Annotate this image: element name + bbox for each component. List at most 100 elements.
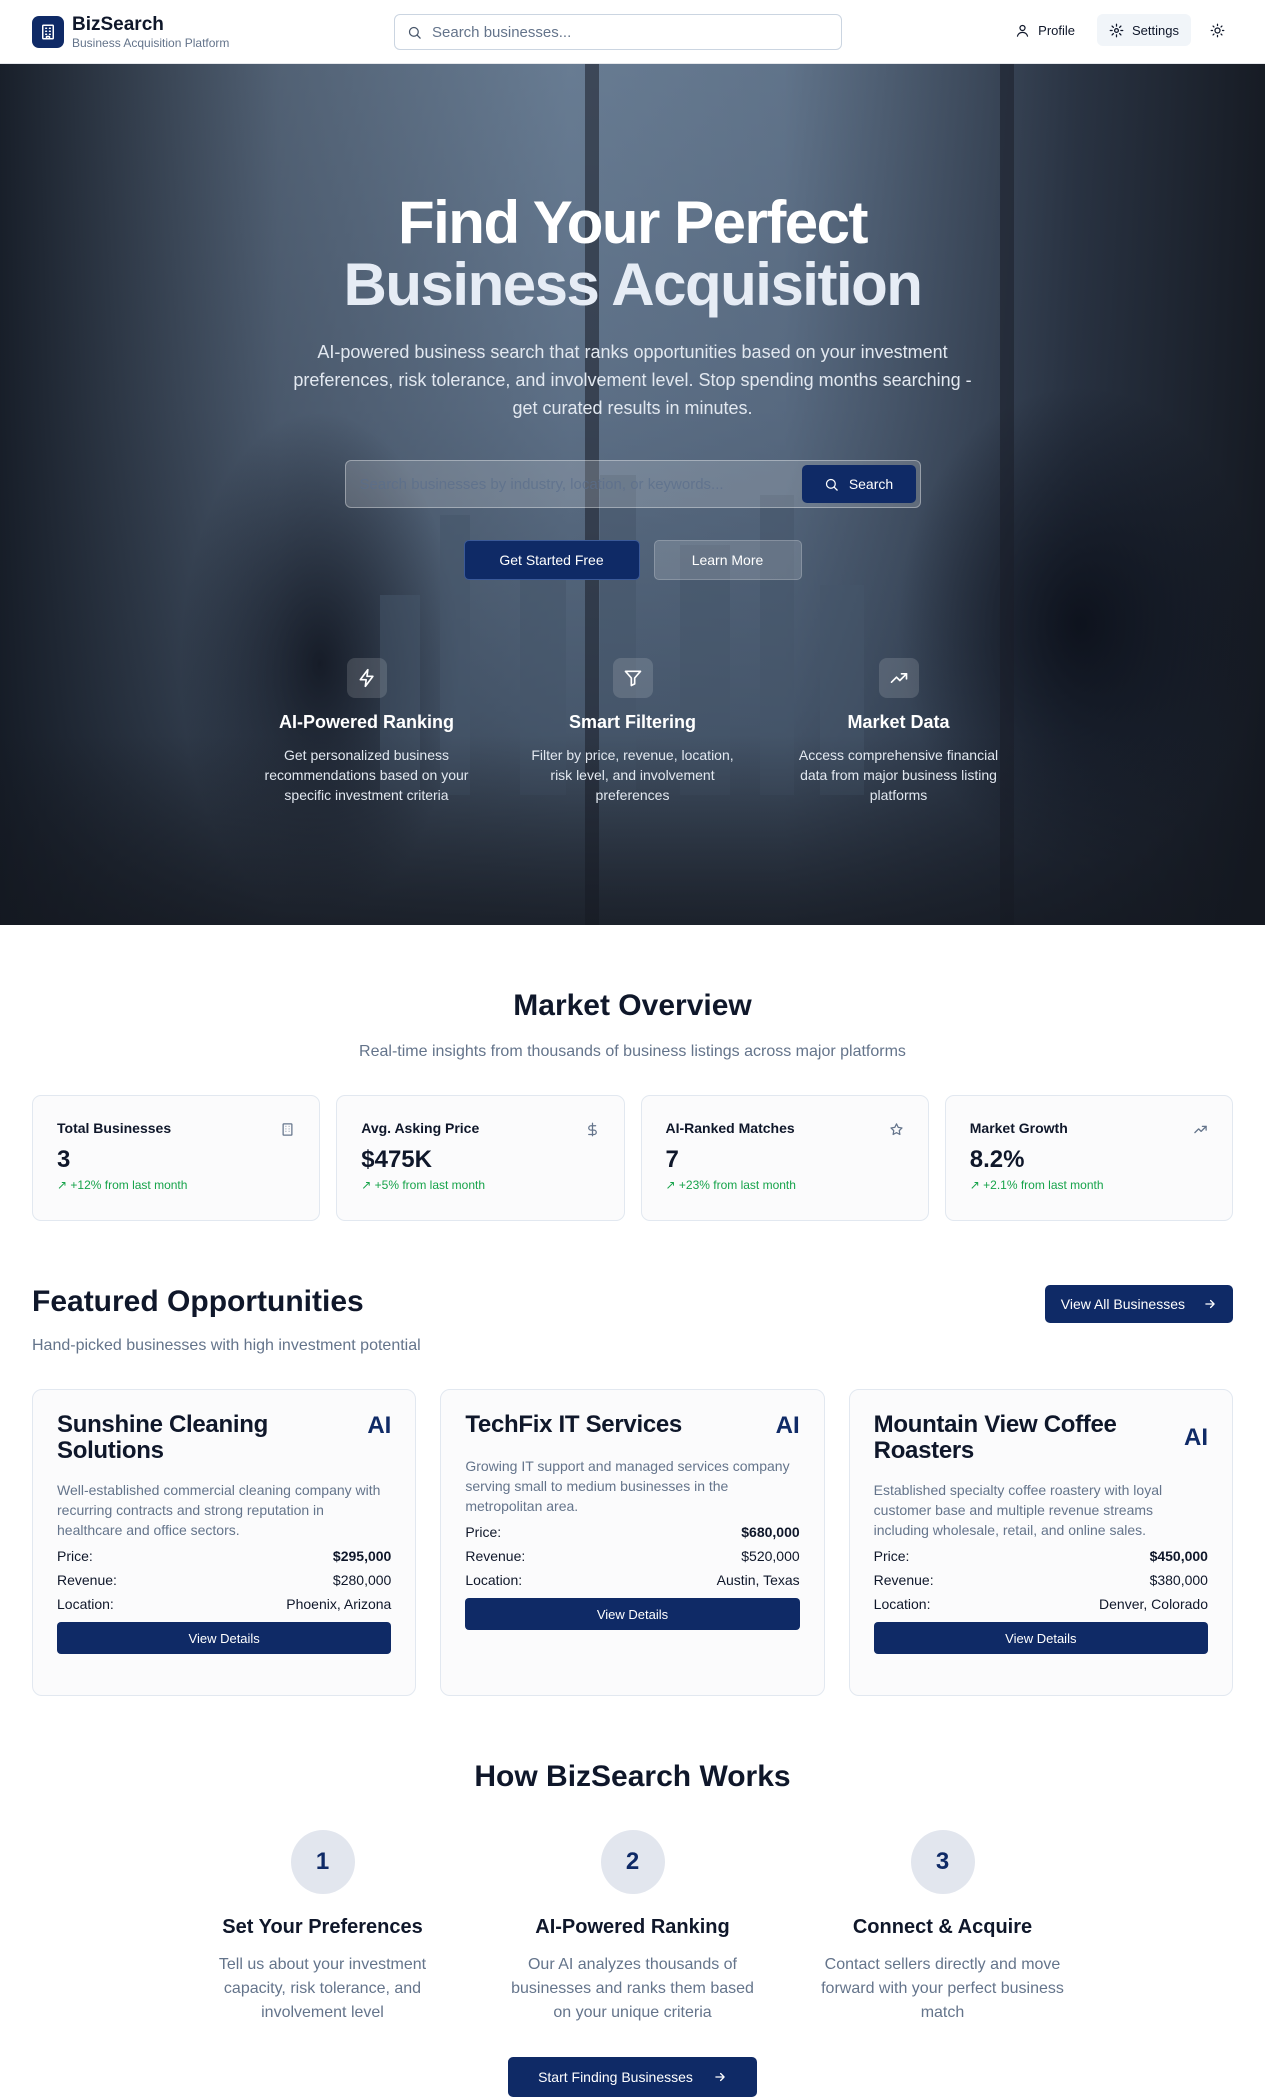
market-overview-section: Market Overview Real-time insights from …	[0, 925, 1265, 1221]
step-ai-ranking: 2 AI-Powered Ranking Our AI analyzes tho…	[502, 1830, 764, 2025]
hero-search-label: Search	[848, 476, 894, 492]
step-title: AI-Powered Ranking	[535, 1916, 730, 1938]
business-description: Well-established commercial cleaning com…	[57, 1482, 381, 1538]
view-details-button[interactable]: View Details	[465, 1598, 800, 1630]
hero-title: Find Your Perfect Business Acquisition	[0, 192, 1265, 316]
feature-title: AI-Powered Ranking	[278, 712, 455, 732]
get-started-button[interactable]: Get Started Free	[463, 540, 640, 580]
hero-section: Find Your Perfect Business Acquisition A…	[0, 64, 1265, 925]
stat-card-avg-price: Avg. Asking Price $475K ↗ +5% from last …	[336, 1095, 625, 1221]
revenue-label: Revenue:	[873, 1572, 934, 1588]
hero-search-bar: Search	[344, 460, 921, 508]
ai-badge: AI	[1183, 1424, 1208, 1451]
business-name: TechFix IT Services	[465, 1411, 682, 1438]
view-all-businesses-button[interactable]: View All Businesses	[1044, 1285, 1233, 1323]
view-all-label: View All Businesses	[1060, 1296, 1185, 1312]
featured-section: Featured Opportunities Hand-picked busin…	[0, 1285, 1265, 1696]
revenue-row: Revenue: $520,000	[465, 1548, 799, 1564]
location-value: Denver, Colorado	[1099, 1596, 1208, 1612]
filter-icon	[612, 658, 653, 698]
market-title: Market Overview	[513, 989, 752, 1022]
view-details-button[interactable]: View Details	[57, 1622, 392, 1654]
stat-card-ai-matches: AI-Ranked Matches 7 ↗ +23% from last mon…	[640, 1095, 929, 1221]
hero-description: AI-powered business search that ranks op…	[293, 342, 972, 418]
business-description: Growing IT support and managed services …	[465, 1458, 790, 1514]
location-label: Location:	[57, 1596, 114, 1612]
location-label: Location:	[873, 1596, 931, 1612]
stat-value: 8.2%	[969, 1146, 1025, 1173]
step-title: Connect & Acquire	[852, 1916, 1033, 1938]
price-value: $450,000	[1149, 1548, 1208, 1564]
step-title: Set Your Preferences	[222, 1916, 423, 1938]
profile-label: Profile	[1038, 22, 1076, 38]
header-search	[394, 14, 842, 50]
stat-change: ↗ +12% from last month	[57, 1178, 188, 1192]
hero-search-button[interactable]: Search	[801, 465, 916, 503]
price-label: Price:	[873, 1548, 910, 1564]
hero-title-line2: Business Acquisition	[343, 251, 923, 318]
ai-badge: AI	[775, 1412, 800, 1439]
stat-change: ↗ +23% from last month	[665, 1178, 796, 1192]
stat-value: $475K	[361, 1146, 432, 1173]
profile-button[interactable]: Profile	[1003, 14, 1087, 46]
settings-button[interactable]: Settings	[1097, 14, 1191, 46]
top-navbar: BizSearch Business Acquisition Platform …	[0, 0, 1265, 64]
location-row: Location: Austin, Texas	[465, 1572, 799, 1588]
revenue-value: $280,000	[332, 1572, 392, 1588]
market-subtitle: Real-time insights from thousands of bus…	[359, 1043, 906, 1060]
stat-value: 7	[665, 1146, 679, 1173]
feature-market-data: Market Data Access comprehensive financi…	[791, 658, 1007, 805]
theme-toggle-button[interactable]	[1201, 14, 1233, 46]
feature-description: Access comprehensive financial data from…	[798, 747, 999, 803]
ai-badge: AI	[367, 1412, 392, 1439]
learn-more-button[interactable]: Learn More	[653, 540, 802, 580]
revenue-row: Revenue: $280,000	[57, 1572, 391, 1588]
how-title: How BizSearch Works	[474, 1760, 791, 1793]
feature-smart-filtering: Smart Filtering Filter by price, revenue…	[525, 658, 741, 805]
view-details-button[interactable]: View Details	[873, 1622, 1208, 1654]
stat-label: Total Businesses	[57, 1120, 172, 1136]
search-icon	[407, 25, 422, 40]
zap-icon	[346, 658, 387, 698]
dollar-icon	[585, 1122, 600, 1137]
revenue-label: Revenue:	[57, 1572, 117, 1588]
header-search-input[interactable]	[432, 23, 829, 41]
feature-ai-ranking: AI-Powered Ranking Get personalized busi…	[259, 658, 475, 805]
user-icon	[1015, 23, 1030, 38]
step-description: Our AI analyzes thousands of businesses …	[511, 1956, 754, 2021]
business-name: Mountain View Coffee Roasters	[873, 1411, 1117, 1464]
hero-features: AI-Powered Ranking Get personalized busi…	[0, 658, 1265, 805]
stat-card-total-businesses: Total Businesses 3 ↗ +12% from last mont…	[32, 1095, 321, 1221]
revenue-label: Revenue:	[465, 1548, 526, 1564]
feature-description: Get personalized business recommendation…	[264, 747, 469, 803]
start-finding-businesses-button[interactable]: Start Finding Businesses	[508, 2057, 757, 2097]
brand-tagline: Business Acquisition Platform	[72, 35, 230, 50]
brand[interactable]: BizSearch Business Acquisition Platform	[32, 14, 362, 50]
price-label: Price:	[57, 1548, 93, 1564]
location-value: Phoenix, Arizona	[286, 1596, 392, 1612]
hero-title-line1: Find Your Perfect	[397, 189, 869, 256]
start-finding-label: Start Finding Businesses	[538, 2069, 693, 2085]
stat-value: 3	[57, 1146, 71, 1173]
trending-up-icon	[1193, 1122, 1208, 1137]
gear-icon	[1109, 23, 1124, 38]
feature-title: Market Data	[847, 712, 950, 732]
building-icon	[280, 1122, 295, 1137]
hero-search-input[interactable]	[359, 475, 802, 493]
business-card: Sunshine Cleaning Solutions AI Well-esta…	[32, 1389, 417, 1696]
arrow-right-icon	[713, 2070, 727, 2084]
location-label: Location:	[465, 1572, 523, 1588]
feature-title: Smart Filtering	[568, 712, 697, 732]
step-connect-acquire: 3 Connect & Acquire Contact sellers dire…	[812, 1830, 1074, 2025]
business-name: Sunshine Cleaning Solutions	[57, 1411, 268, 1464]
step-number: 3	[910, 1830, 975, 1894]
stat-change: ↗ +5% from last month	[361, 1178, 486, 1192]
location-row: Location: Phoenix, Arizona	[57, 1596, 391, 1612]
stat-label: Avg. Asking Price	[361, 1120, 480, 1136]
price-row: Price: $295,000	[57, 1548, 391, 1564]
price-row: Price: $450,000	[874, 1548, 1208, 1564]
how-it-works-section: How BizSearch Works 1 Set Your Preferenc…	[0, 1760, 1265, 2097]
location-value: Austin, Texas	[716, 1572, 800, 1588]
stat-label: AI-Ranked Matches	[665, 1120, 795, 1136]
revenue-value: $380,000	[1149, 1572, 1208, 1588]
